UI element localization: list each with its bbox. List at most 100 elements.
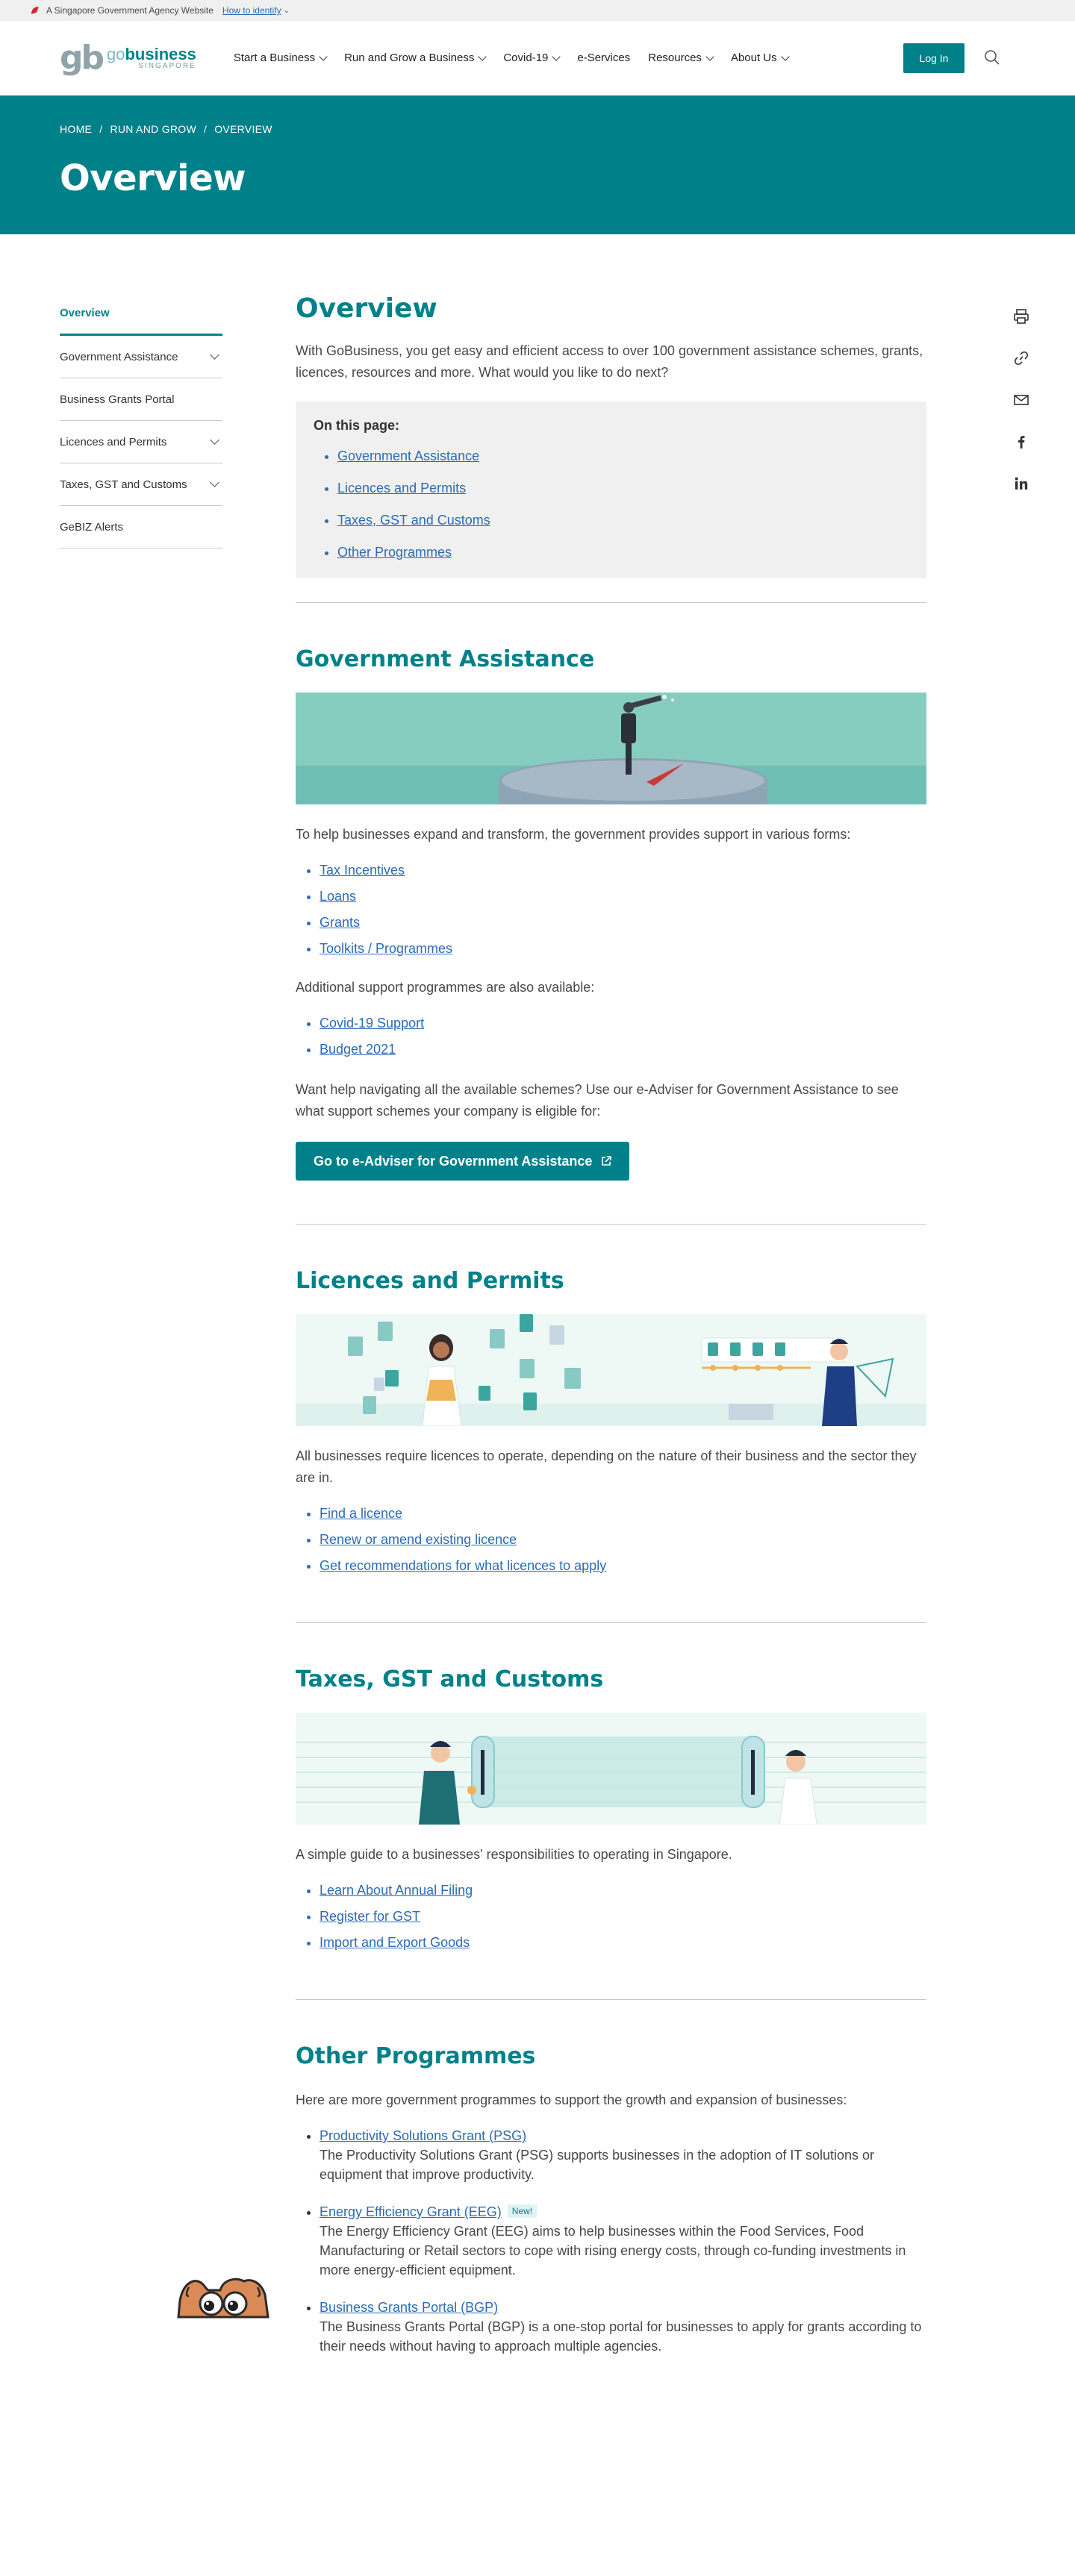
sidebar-item-taxes-gst-customs[interactable]: Taxes, GST and Customs [60,463,222,506]
logo-business: business [125,44,196,63]
chevron-down-icon: ⌄ [283,6,290,15]
link-licence-recommendations[interactable]: Get recommendations for what licences to… [320,1558,606,1573]
link-grants[interactable]: Grants [320,915,360,930]
new-badge: New! [507,2204,538,2218]
facebook-icon[interactable] [1011,431,1032,452]
binoculars-illustration [177,2278,269,2319]
nav-resources[interactable]: Resources [639,51,722,64]
sidebar-nav: Overview Government Assistance Business … [60,293,222,548]
toc-title: On this page: [314,418,400,433]
link-psg[interactable]: Productivity Solutions Grant (PSG) [320,2128,526,2143]
logo-mark: gb [60,39,105,77]
how-to-identify-link[interactable]: How to identify [222,5,281,16]
breadcrumb-separator: / [99,123,103,135]
link-find-a-licence[interactable]: Find a licence [320,1506,402,1521]
main-nav: Start a Business Run and Grow a Business… [225,51,797,64]
gov-additional-text: Additional support programmes are also a… [296,980,595,995]
chevron-down-icon [210,350,219,360]
logo-wordmark: gobusiness SINGAPORE [107,46,196,70]
taxes-banner [296,1713,926,1825]
gov-text: To help businesses expand and transform,… [296,827,851,842]
breadcrumb-run-and-grow[interactable]: RUN AND GROW [110,123,196,135]
section-divider [296,1622,926,1623]
on-this-page-box: On this page: Government Assistance Lice… [296,401,926,578]
list-item: Grants [320,910,926,936]
link-covid-19-support[interactable]: Covid-19 Support [320,1016,424,1031]
toc-item: Other Programmes [337,545,909,560]
sidebar-item-gebiz-alerts[interactable]: GeBIZ Alerts [60,506,222,548]
e-adviser-button[interactable]: Go to e-Adviser for Government Assistanc… [296,1142,630,1181]
chevron-down-icon [780,51,790,61]
section-taxes-gst-customs: Taxes, GST and Customs A simple guide to… [296,1665,926,1956]
toc-link-other-programmes[interactable]: Other Programmes [337,545,452,560]
search-icon[interactable] [984,49,1000,66]
list-item: Register for GST [320,1904,926,1930]
bgp-description: The Business Grants Portal (BGP) is a on… [320,2319,922,2354]
list-item: Find a licence [320,1501,926,1527]
chevron-down-icon [478,51,487,61]
nav-about-us[interactable]: About Us [722,51,797,64]
list-item: Get recommendations for what licences to… [320,1553,926,1579]
chevron-down-icon [210,435,219,445]
link-tax-incentives[interactable]: Tax Incentives [320,863,405,878]
sidebar-item-overview[interactable]: Overview [60,293,222,336]
sidebar-item-government-assistance[interactable]: Government Assistance [60,336,222,378]
link-register-gst[interactable]: Register for GST [320,1909,420,1924]
list-item: Import and Export Goods [320,1930,926,1956]
chevron-down-icon [319,51,328,61]
print-icon[interactable] [1011,306,1032,327]
nav-covid-19[interactable]: Covid-19 [494,51,568,64]
toc-item: Government Assistance [337,448,909,464]
toc-link-taxes-gst-customs[interactable]: Taxes, GST and Customs [337,513,490,528]
link-import-export[interactable]: Import and Export Goods [320,1935,470,1950]
e-adviser-button-label: Go to e-Adviser for Government Assistanc… [314,1153,593,1169]
section-government-assistance: Government Assistance To help businesses… [296,645,926,1181]
nav-run-and-grow[interactable]: Run and Grow a Business [335,51,494,64]
chevron-down-icon [210,478,219,487]
breadcrumb: HOME / RUN AND GROW / OVERVIEW [60,123,1015,135]
link-eeg[interactable]: Energy Efficiency Grant (EEG) [320,2204,502,2219]
breadcrumb-separator: / [204,123,208,135]
toc-link-licences-and-permits[interactable]: Licences and Permits [337,481,466,495]
government-assistance-banner [296,693,926,804]
gov-help-text: Want help navigating all the available s… [296,1082,899,1119]
sidebar-item-business-grants-portal[interactable]: Business Grants Portal [60,378,222,421]
toc-link-government-assistance[interactable]: Government Assistance [337,448,479,463]
gobusiness-logo[interactable]: gb gobusiness SINGAPORE [60,39,196,77]
section-title: Government Assistance [296,646,595,672]
linkedin-icon[interactable] [1011,473,1032,494]
link-toolkits-programmes[interactable]: Toolkits / Programmes [320,941,452,956]
share-bar [1011,306,1032,515]
sidebar-item-licences-and-permits[interactable]: Licences and Permits [60,421,222,463]
page-hero: HOME / RUN AND GROW / OVERVIEW Overview [0,96,1075,234]
email-icon[interactable] [1011,390,1032,410]
chevron-down-icon [552,51,561,61]
list-item: Productivity Solutions Grant (PSG) The P… [320,2126,926,2184]
lion-head-icon [31,7,39,14]
licences-banner [296,1314,926,1426]
list-item: Energy Efficiency Grant (EEG) New! The En… [320,2202,926,2280]
section-divider [296,602,926,603]
link-bgp[interactable]: Business Grants Portal (BGP) [320,2300,498,2315]
breadcrumb-home[interactable]: HOME [60,123,92,135]
main-content: Overview With GoBusiness, you get easy a… [296,293,926,2374]
logo-tagline: SINGAPORE [138,61,196,70]
breadcrumb-overview: OVERVIEW [214,123,272,135]
logo-go: go [107,44,125,63]
list-item: Business Grants Portal (BGP) The Busines… [320,2298,926,2356]
list-item: Tax Incentives [320,857,926,884]
masthead-text: A Singapore Government Agency Website [46,5,214,16]
external-link-icon [602,1156,612,1166]
site-header: gb gobusiness SINGAPORE Start a Business… [0,21,1075,96]
toc-item: Taxes, GST and Customs [337,513,909,528]
link-budget-2021[interactable]: Budget 2021 [320,1042,396,1057]
link-icon[interactable] [1011,348,1032,369]
link-loans[interactable]: Loans [320,889,356,904]
login-button[interactable]: Log In [903,43,965,73]
psg-description: The Productivity Solutions Grant (PSG) s… [320,2148,875,2182]
link-renew-amend-licence[interactable]: Renew or amend existing licence [320,1532,517,1547]
nav-e-services[interactable]: e-Services [568,51,639,64]
section-divider [296,1224,926,1225]
link-annual-filing[interactable]: Learn About Annual Filing [320,1883,473,1898]
nav-start-a-business[interactable]: Start a Business [225,51,335,64]
